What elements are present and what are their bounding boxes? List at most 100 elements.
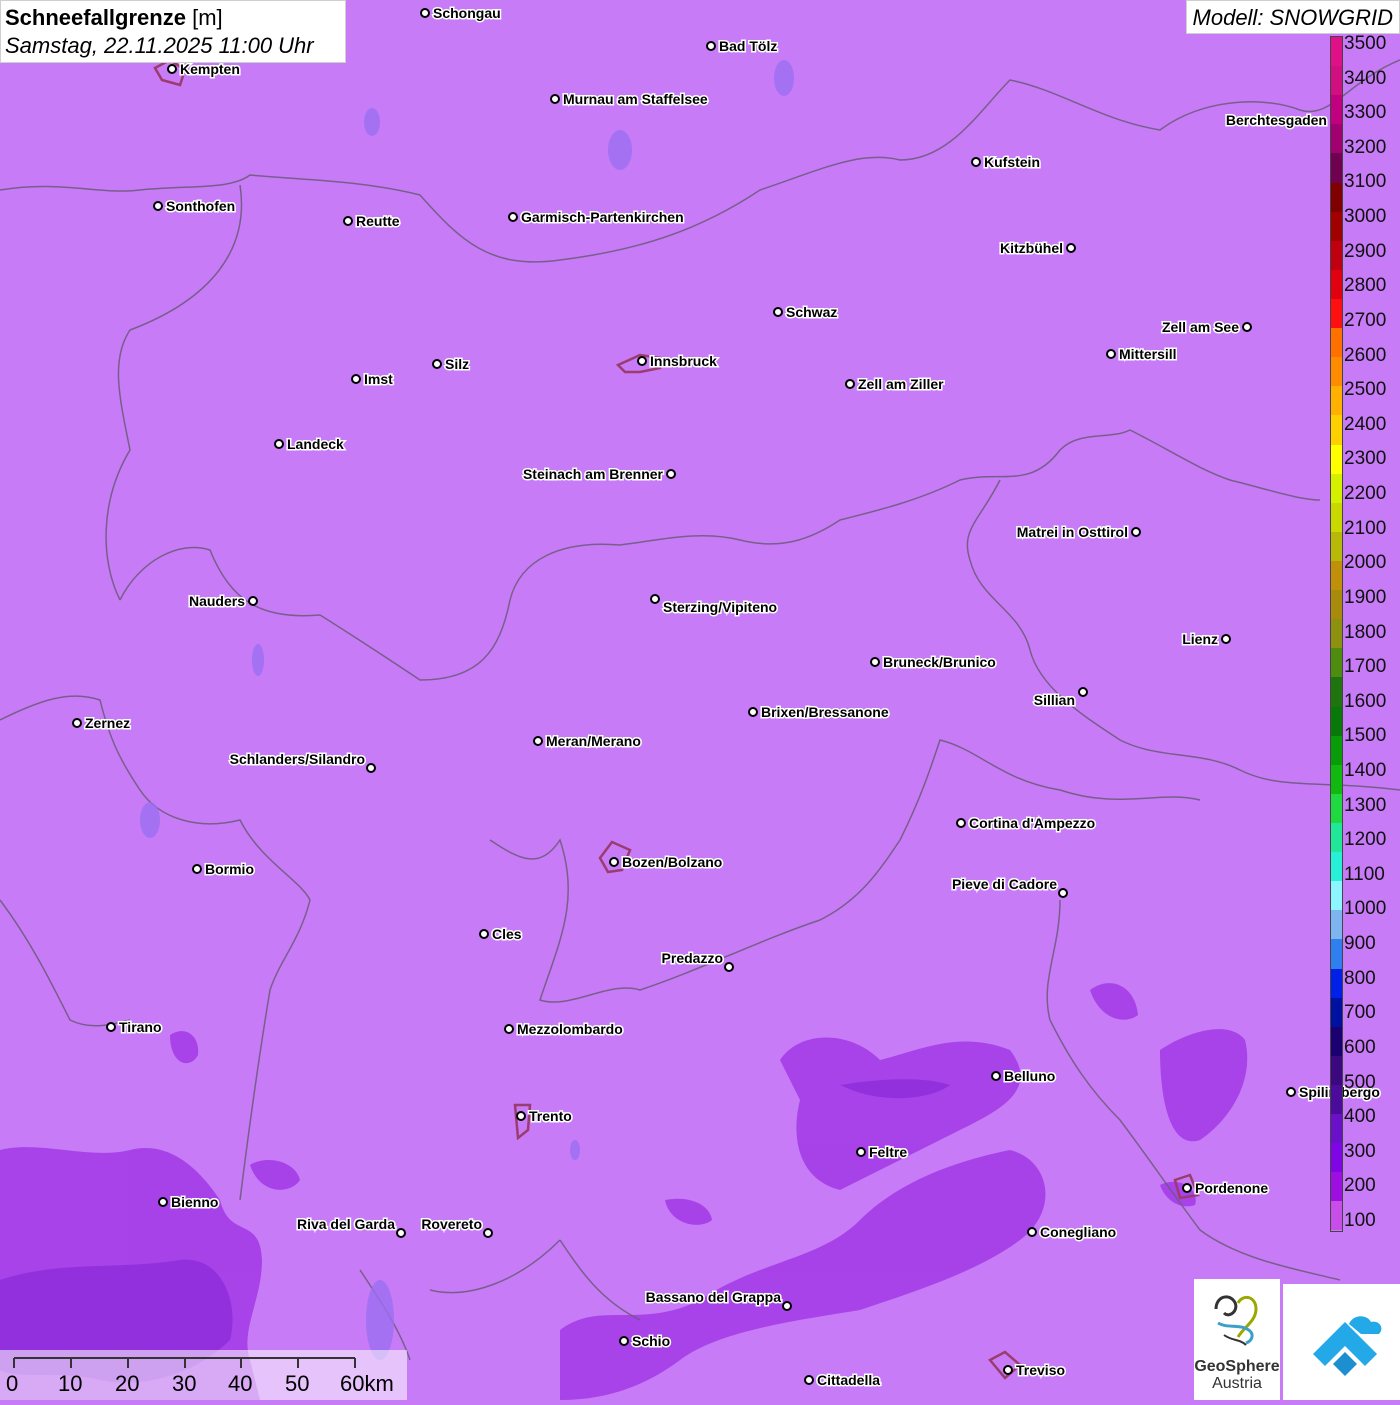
legend-label: 2900 (1344, 240, 1387, 262)
legend-color-step (1331, 269, 1342, 299)
city-dot (158, 1197, 168, 1207)
city-dot (1066, 243, 1076, 253)
city-dot (516, 1111, 526, 1121)
city-marker[interactable]: Meran/Merano (533, 732, 642, 751)
legend-label: 2000 (1344, 552, 1387, 574)
city-marker[interactable]: Steinach am Brenner (521, 465, 676, 484)
city-marker[interactable]: Bozen/Bolzano (609, 853, 724, 872)
city-marker[interactable]: Pordenone (1182, 1179, 1270, 1198)
city-marker[interactable]: Berchtesgaden (1224, 111, 1340, 130)
city-dot (248, 596, 258, 606)
legend-color-step (1331, 240, 1342, 270)
city-dot (1003, 1365, 1013, 1375)
city-label: Schongau (433, 5, 501, 21)
legend-label: 900 (1344, 933, 1376, 955)
model-label: Modell: SNOWGRID (1185, 0, 1400, 34)
legend-label: 400 (1344, 1106, 1376, 1128)
city-dot (724, 962, 734, 972)
city-label: Innsbruck (650, 353, 717, 369)
city-marker[interactable]: Innsbruck (637, 352, 719, 371)
city-marker[interactable]: Sonthofen (153, 197, 237, 216)
city-marker[interactable]: Murnau am Staffelsee (550, 90, 709, 109)
legend-label: 500 (1344, 1071, 1376, 1093)
city-dot (343, 216, 353, 226)
city-marker[interactable]: Cittadella (804, 1371, 882, 1390)
legend-color-step (1331, 502, 1342, 532)
legend-color-step (1331, 473, 1342, 503)
legend-color-step (1331, 531, 1342, 561)
city-marker[interactable]: Mezzolombardo (504, 1020, 624, 1039)
legend-label: 3500 (1344, 33, 1387, 54)
city-dot (1131, 527, 1141, 537)
legend-color-step (1331, 735, 1342, 765)
city-label: Nauders (189, 593, 245, 609)
legend-label: 1800 (1344, 621, 1387, 643)
city-label: Zernez (85, 715, 130, 731)
color-legend (1330, 36, 1343, 1232)
legend-color-step (1331, 764, 1342, 794)
city-dot (1058, 888, 1068, 898)
scale-label-0: 0 (6, 1371, 19, 1396)
city-dot (1106, 349, 1116, 359)
legend-label: 2100 (1344, 517, 1387, 539)
legend-color-step (1331, 793, 1342, 823)
legend-label: 2400 (1344, 413, 1387, 435)
legend-label: 1400 (1344, 759, 1387, 781)
map-title: Schneefallgrenze (5, 5, 186, 30)
city-label: Sonthofen (166, 198, 235, 214)
city-label: Pieve di Cadore (952, 876, 1057, 892)
city-marker[interactable]: Matrei in Osttirol (1015, 523, 1141, 542)
legend-label: 2300 (1344, 448, 1387, 470)
legend-label: 800 (1344, 967, 1376, 989)
map-title-box: Schneefallgrenze [m] Samstag, 22.11.2025… (0, 0, 346, 63)
city-dot (153, 201, 163, 211)
city-label: Murnau am Staffelsee (563, 91, 708, 107)
city-marker[interactable]: Zell am See (1160, 318, 1252, 337)
legend-color-step (1331, 95, 1342, 125)
legend-color-step (1331, 560, 1342, 591)
city-marker[interactable]: Conegliano (1027, 1223, 1118, 1242)
city-label: Trento (529, 1108, 572, 1124)
city-dot (1182, 1183, 1192, 1193)
city-dot (167, 64, 177, 74)
legend-color-step (1331, 415, 1342, 445)
city-dot (1078, 687, 1088, 697)
city-label: Conegliano (1040, 1224, 1116, 1240)
city-dot (773, 307, 783, 317)
city-label: Pordenone (1195, 1180, 1268, 1196)
city-dot (609, 857, 619, 867)
legend-color-step (1331, 328, 1342, 358)
city-dot (483, 1228, 493, 1238)
map-canvas[interactable]: Schongau Bad Tölz Kempten Murnau am Staffel… (0, 0, 1400, 1400)
geosphere-logo-icon (1214, 1295, 1258, 1346)
legend-color-step (1331, 939, 1342, 969)
city-marker[interactable]: Bruneck/Brunico (870, 653, 997, 672)
city-dot (508, 212, 518, 222)
map-datetime: Samstag, 22.11.2025 11:00 Uhr (5, 33, 314, 58)
legend-label: 300 (1344, 1140, 1376, 1162)
city-marker[interactable]: Schongau (420, 4, 502, 23)
city-dot (550, 94, 560, 104)
snow-app-logo[interactable] (1283, 1284, 1400, 1400)
legend-color-step (1331, 1143, 1342, 1173)
legend-color-step (1331, 619, 1342, 649)
legend-color-step (1331, 852, 1342, 882)
city-dot (420, 8, 430, 18)
legend-label: 3300 (1344, 102, 1387, 124)
city-dot (856, 1147, 866, 1157)
city-dot (956, 818, 966, 828)
city-dot (1286, 1087, 1296, 1097)
legend-color-step (1331, 1201, 1342, 1231)
city-marker[interactable]: Zell am Ziller (845, 375, 946, 394)
city-marker[interactable]: Cortina d'Ampezzo (956, 814, 1097, 833)
geosphere-austria-logo[interactable]: GeoSphere Austria (1194, 1279, 1280, 1400)
city-marker[interactable]: Garmisch-Partenkirchen (508, 208, 685, 227)
legend-color-step (1331, 997, 1342, 1027)
legend-color-step (1331, 706, 1342, 736)
scale-label-50: 50 (285, 1371, 310, 1396)
city-label: Imst (364, 371, 393, 387)
city-dot (1221, 634, 1231, 644)
city-label: Cittadella (817, 1372, 880, 1388)
city-marker[interactable]: Brixen/Bressanone (748, 703, 890, 722)
legend-color-step (1331, 386, 1342, 416)
